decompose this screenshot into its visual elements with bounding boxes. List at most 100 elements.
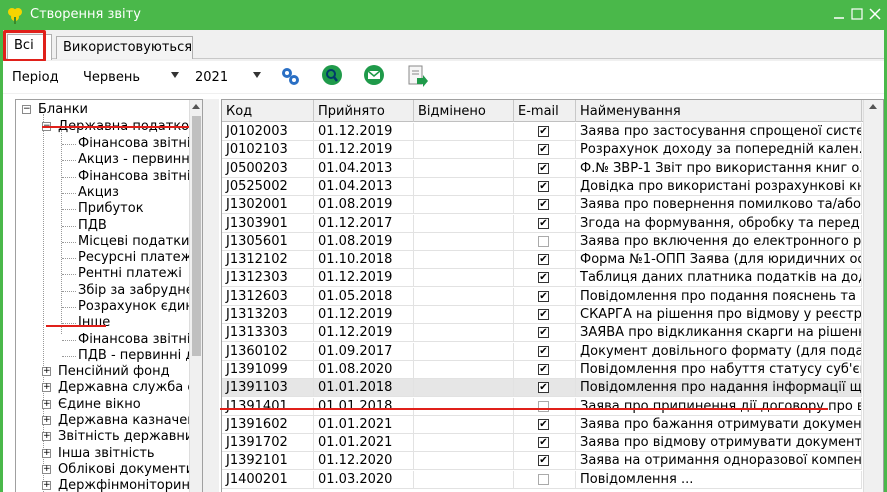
table-row[interactable]: J1313303 01.12.2019 ✔ ЗАЯВА про відкликання… bbox=[222, 324, 862, 343]
cell-email: ✔ bbox=[514, 251, 576, 270]
table-row[interactable]: J0102103 01.12.2019 ✔ Розрахунок доходу за … bbox=[222, 141, 862, 160]
year-dropdown-icon[interactable] bbox=[253, 72, 261, 78]
table-row[interactable]: J1391702 01.01.2021 ✔ Заява про відмову отр… bbox=[222, 434, 862, 453]
cell-name: Розрахунок доходу за попередній кален... bbox=[576, 141, 862, 160]
tree-scrollbar[interactable] bbox=[189, 100, 202, 492]
year-select[interactable]: 2021 bbox=[195, 70, 228, 85]
period-label: Період bbox=[12, 70, 59, 85]
cell-name: Таблиця даних платника податків на дод..… bbox=[576, 269, 862, 288]
table-row[interactable]: J1360102 01.09.2017 ✔ Документ довільного ф… bbox=[222, 342, 862, 361]
cell-canceled bbox=[414, 141, 514, 160]
table-row[interactable]: J1303901 01.12.2017 ✔ Згода на формування, … bbox=[222, 214, 862, 233]
table-scrollbar[interactable] bbox=[863, 100, 883, 492]
cell-accepted: 01.01.2018 bbox=[314, 397, 414, 416]
email-checkbox[interactable]: ✔ bbox=[538, 290, 549, 302]
cell-code: J1312603 bbox=[222, 287, 314, 306]
expand-icon[interactable]: + bbox=[42, 367, 51, 376]
collapse-icon[interactable]: − bbox=[22, 105, 31, 114]
tree-label: ПДВ - первинні д bbox=[78, 347, 190, 363]
email-checkbox[interactable]: ✔ bbox=[538, 309, 549, 320]
expand-icon[interactable]: + bbox=[42, 448, 51, 458]
forms-tree: − Бланки − Державна податкова Фінансова … bbox=[15, 99, 203, 492]
expand-icon[interactable]: + bbox=[42, 415, 51, 425]
month-select[interactable]: Червень bbox=[83, 70, 140, 85]
scroll-up-icon[interactable] bbox=[192, 104, 200, 109]
email-checkbox[interactable]: ✔ bbox=[538, 437, 549, 449]
cell-name: Заява про застосування спрощеної систе..… bbox=[576, 123, 862, 141]
email-checkbox[interactable]: ✔ bbox=[538, 455, 549, 467]
cell-accepted: 01.04.2013 bbox=[314, 177, 414, 196]
table-row[interactable]: J1400201 01.03.2020 Повідомлення ... bbox=[222, 470, 862, 489]
annotation-underline bbox=[46, 325, 106, 327]
expand-icon[interactable]: + bbox=[42, 464, 51, 474]
table-row[interactable]: J1391099 01.08.2020 ✔ Повідомлення про набу… bbox=[222, 360, 862, 379]
cell-accepted: 01.09.2017 bbox=[314, 342, 414, 361]
splitter[interactable] bbox=[203, 99, 219, 492]
table-row[interactable]: J1391103 01.01.2018 ✔ Повідомлення про нада… bbox=[222, 379, 862, 398]
column-header-email[interactable]: E-mail bbox=[514, 100, 576, 122]
tree-label: Бланки bbox=[38, 102, 88, 117]
expand-icon[interactable]: + bbox=[42, 481, 51, 491]
email-checkbox[interactable]: ✔ bbox=[538, 254, 549, 266]
email-checkbox[interactable]: ✔ bbox=[538, 327, 549, 339]
tab-used[interactable]: Використовуються bbox=[56, 36, 193, 59]
tree-label: Збір за забруднення bbox=[78, 282, 190, 298]
cell-name: Згода на формування, обробку та перед... bbox=[576, 214, 862, 233]
maximize-icon[interactable] bbox=[851, 8, 863, 20]
tree-scroll-thumb[interactable] bbox=[192, 116, 201, 356]
table-row[interactable]: J1391401 01.01.2018 Заява про припинення д… bbox=[222, 397, 862, 416]
email-checkbox[interactable]: ✔ bbox=[538, 126, 549, 137]
tree-label: Облікові документи bbox=[58, 461, 190, 477]
month-dropdown-icon[interactable] bbox=[171, 72, 179, 78]
cell-email: ✔ bbox=[514, 123, 576, 141]
cell-email: ✔ bbox=[514, 434, 576, 453]
table-row[interactable]: J1302001 01.08.2019 ✔ Заява про повернення … bbox=[222, 196, 862, 215]
table-row[interactable]: J1312102 01.10.2018 ✔ Форма №1-ОПП Заява (д… bbox=[222, 251, 862, 270]
search-icon[interactable] bbox=[320, 64, 344, 88]
expand-icon[interactable]: + bbox=[42, 432, 51, 442]
table-row[interactable]: J1312303 01.12.2019 ✔ Таблиця даних платник… bbox=[222, 269, 862, 288]
column-header-code[interactable]: Код bbox=[222, 100, 314, 122]
email-checkbox[interactable]: ✔ bbox=[538, 180, 549, 192]
expand-icon[interactable]: + bbox=[42, 399, 51, 409]
column-header-accepted[interactable]: Прийнято bbox=[314, 100, 414, 122]
email-checkbox[interactable] bbox=[538, 473, 549, 485]
email-checkbox[interactable]: ✔ bbox=[538, 345, 549, 357]
export-icon[interactable] bbox=[405, 64, 429, 88]
email-checkbox[interactable] bbox=[538, 235, 549, 247]
cell-name: Заява про припинення дії договору про в.… bbox=[576, 397, 862, 416]
table-row[interactable]: J1391602 01.01.2021 ✔ Заява про бажання отр… bbox=[222, 415, 862, 434]
table-row[interactable]: J0102003 01.12.2019 ✔ Заява про застосуванн… bbox=[222, 123, 862, 141]
email-checkbox[interactable]: ✔ bbox=[538, 418, 549, 430]
scroll-up-icon[interactable] bbox=[869, 104, 877, 109]
cell-accepted: 01.03.2020 bbox=[314, 470, 414, 489]
table-row[interactable]: J0500203 01.04.2013 ✔ Ф.№ ЗВР-1 Звіт про ви… bbox=[222, 159, 862, 178]
forms-table: Код Прийнято Відмінено E-mail Найменуван… bbox=[221, 99, 884, 492]
cell-email: ✔ bbox=[514, 141, 576, 160]
close-icon[interactable] bbox=[869, 8, 881, 20]
email-checkbox[interactable]: ✔ bbox=[538, 363, 549, 375]
email-checkbox[interactable]: ✔ bbox=[538, 272, 549, 284]
table-row[interactable]: J1313203 01.12.2019 ✔ СКАРГА на рішення про… bbox=[222, 306, 862, 324]
email-checkbox[interactable]: ✔ bbox=[538, 144, 549, 156]
cell-code: J1391099 bbox=[222, 360, 314, 379]
table-row[interactable]: J0525002 01.04.2013 ✔ Довідка про використа… bbox=[222, 177, 862, 196]
email-checkbox[interactable]: ✔ bbox=[538, 217, 549, 229]
mail-icon[interactable] bbox=[362, 64, 386, 88]
tree-connector bbox=[62, 274, 76, 276]
email-checkbox[interactable]: ✔ bbox=[538, 162, 549, 174]
minimize-icon[interactable] bbox=[833, 8, 845, 20]
expand-icon[interactable]: + bbox=[42, 383, 51, 393]
table-row[interactable]: J1312603 01.05.2018 ✔ Повідомлення про пода… bbox=[222, 287, 862, 306]
table-row[interactable]: J1392101 01.12.2020 ✔ Заява на отримання од… bbox=[222, 452, 862, 471]
cell-accepted: 01.08.2019 bbox=[314, 232, 414, 251]
email-checkbox[interactable]: ✔ bbox=[538, 199, 549, 211]
column-header-canceled[interactable]: Відмінено bbox=[414, 100, 514, 122]
email-checkbox[interactable]: ✔ bbox=[538, 382, 549, 394]
column-header-name[interactable]: Найменування bbox=[576, 100, 862, 122]
cell-canceled bbox=[414, 324, 514, 343]
table-row[interactable]: J1305601 01.08.2019 Заява про включення до… bbox=[222, 232, 862, 251]
cell-name: Ф.№ ЗВР-1 Звіт про використання книг о..… bbox=[576, 159, 862, 178]
cell-code: J1391401 bbox=[222, 397, 314, 416]
settings-gear-icon[interactable] bbox=[278, 64, 302, 88]
